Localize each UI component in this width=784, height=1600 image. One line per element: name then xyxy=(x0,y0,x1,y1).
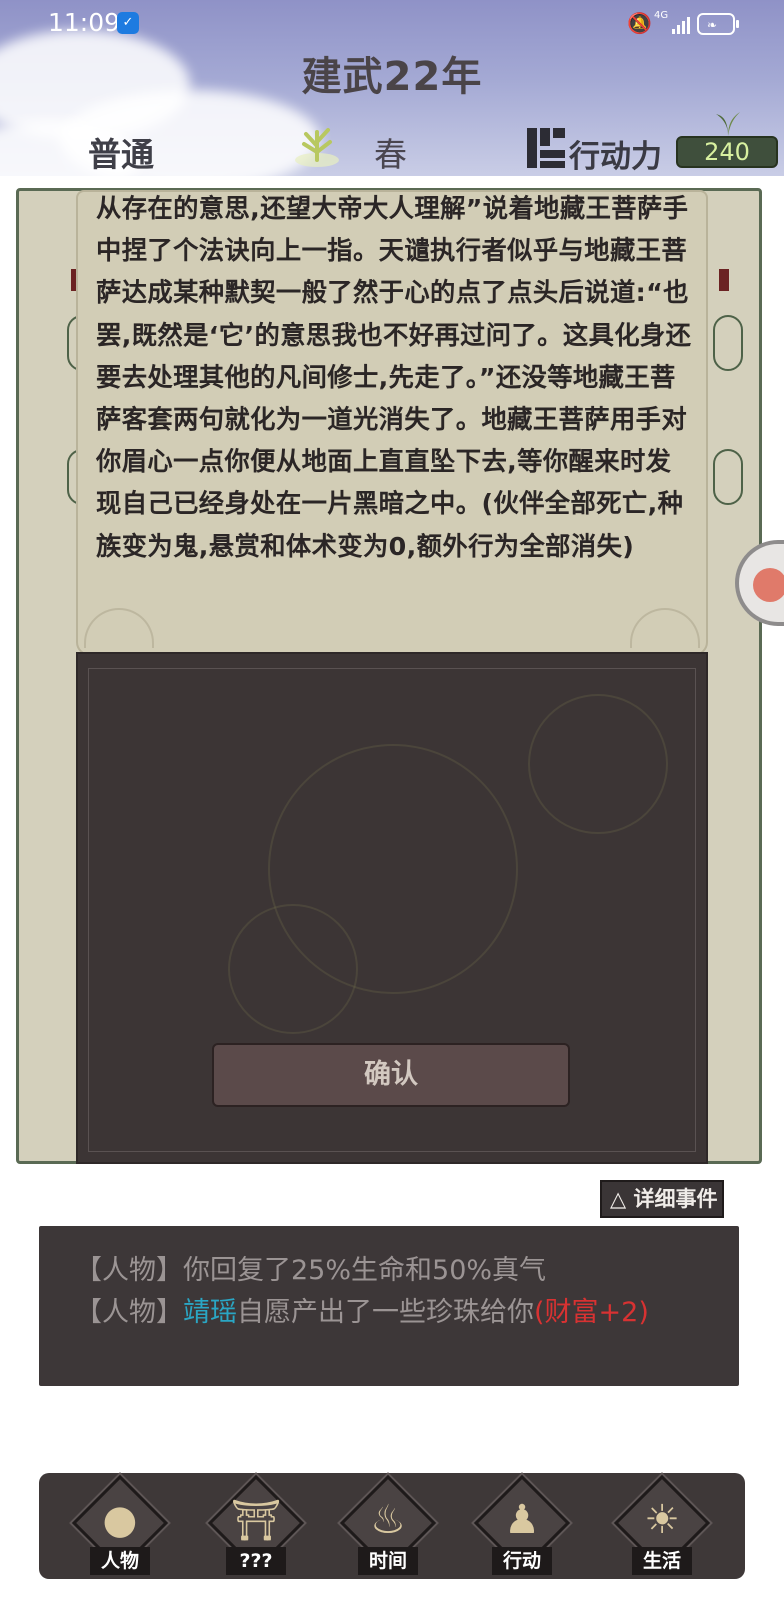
confirm-button[interactable]: 确认 xyxy=(212,1043,570,1107)
cloud-ornament xyxy=(84,608,154,648)
game-year: 建武22年 xyxy=(301,54,483,100)
detail-events-button[interactable]: △ 详细事件 xyxy=(600,1180,724,1218)
clock: 11:09 xyxy=(48,8,121,37)
nav-action[interactable]: ♟ 行动 xyxy=(472,1474,572,1579)
sprout-icon xyxy=(295,128,339,167)
panel-option[interactable] xyxy=(713,449,743,505)
network-type: 4G xyxy=(654,10,669,21)
nav-life[interactable]: ☀ 生活 xyxy=(612,1474,712,1579)
action-icon: ♟ xyxy=(504,1497,540,1543)
shield-icon: ✓ xyxy=(117,12,139,34)
nav-unknown[interactable]: ⛩ ??? xyxy=(206,1474,306,1579)
ring-ornament xyxy=(528,694,668,834)
nav-label: ??? xyxy=(226,1547,286,1575)
cloud-ornament xyxy=(630,608,700,648)
status-bar: 11:09 ✓ 🔕 4G ❧ xyxy=(0,0,784,46)
top-header: 11:09 ✓ 🔕 4G ❧ 建武22年 普通 春 行动力 240 xyxy=(0,0,784,176)
action-points-label: 行动力 xyxy=(569,139,662,175)
nav-time[interactable]: ♨ 时间 xyxy=(338,1474,438,1579)
nav-label: 人物 xyxy=(90,1547,150,1575)
event-dialog: 从存在的意思,还望大帝大人理解”说着地藏王菩萨手中捏了个法诀向上一指。天谴执行者… xyxy=(76,190,708,656)
nav-label: 时间 xyxy=(358,1547,418,1575)
nav-person[interactable]: ● 人物 xyxy=(70,1474,170,1579)
person-icon: ● xyxy=(102,1497,138,1543)
log-line: 【人物】靖瑶自愿产出了一些珍珠给你(财富+2) xyxy=(75,1290,649,1329)
signal-icon xyxy=(672,14,694,34)
log-line: 【人物】你回复了25%生命和50%真气 xyxy=(75,1255,547,1286)
panel-marker xyxy=(719,269,729,291)
action-points-value: 240 xyxy=(676,136,778,168)
nav-label: 行动 xyxy=(492,1547,552,1575)
field-icon: ☀ xyxy=(644,1497,680,1543)
gate-icon: ⛩ xyxy=(230,1498,282,1544)
ring-ornament xyxy=(228,904,358,1034)
difficulty-mode: 普通 xyxy=(88,135,154,174)
panel-option[interactable] xyxy=(713,315,743,371)
reward-text: (财富+2) xyxy=(534,1297,649,1328)
peach-icon xyxy=(753,568,784,602)
event-log: 【人物】你回复了25%生命和50%真气 【人物】靖瑶自愿产出了一些珍珠给你(财富… xyxy=(39,1226,739,1386)
battery-icon: ❧ xyxy=(697,13,739,35)
companion-name[interactable]: 靖瑶 xyxy=(183,1297,237,1328)
season: 春 xyxy=(374,135,407,174)
log-tag: 【人物】 xyxy=(75,1297,183,1328)
action-points-icon xyxy=(527,128,565,168)
nav-label: 生活 xyxy=(632,1547,692,1575)
incense-icon: ♨ xyxy=(370,1497,406,1543)
log-text: 自愿产出了一些珍珠给你 xyxy=(237,1297,534,1328)
bell-muted-icon: 🔕 xyxy=(627,11,652,35)
event-story-text: 从存在的意思,还望大帝大人理解”说着地藏王菩萨手中捏了个法诀向上一指。天谴执行者… xyxy=(96,194,692,561)
leaf-icon xyxy=(716,112,740,136)
